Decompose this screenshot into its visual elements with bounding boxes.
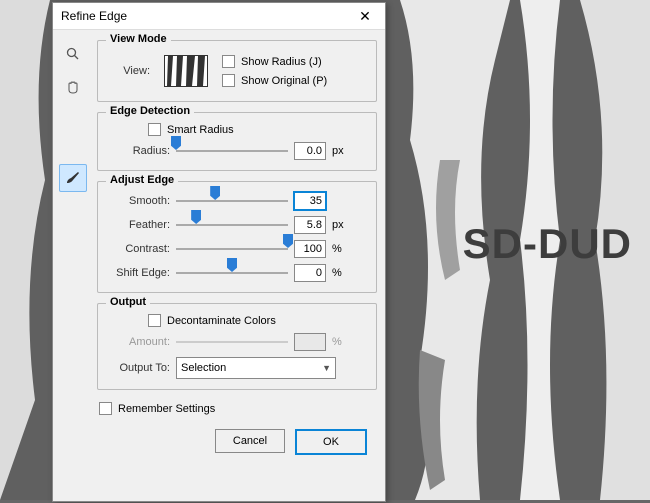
decontaminate-checkbox[interactable]: Decontaminate Colors bbox=[148, 314, 366, 327]
adjust-edge-group: Adjust Edge Smooth: 35 Feather: 5.8 px C… bbox=[97, 181, 377, 293]
main-panel: View Mode View: Show Radius (J) Show Ori… bbox=[89, 36, 377, 502]
radius-input[interactable]: 0.0 bbox=[294, 142, 326, 160]
shift-edge-slider[interactable] bbox=[176, 264, 288, 282]
smart-radius-checkbox[interactable]: Smart Radius bbox=[148, 123, 366, 136]
output-to-label: Output To: bbox=[108, 362, 170, 374]
checkbox-icon bbox=[222, 74, 235, 87]
preview-thumbnail-icon bbox=[165, 56, 207, 86]
edge-detection-group: Edge Detection Smart Radius Radius: 0.0 … bbox=[97, 112, 377, 171]
amount-label: Amount: bbox=[108, 336, 170, 348]
hand-icon bbox=[65, 80, 81, 96]
show-radius-checkbox[interactable]: Show Radius (J) bbox=[222, 55, 327, 68]
unit-label: % bbox=[332, 336, 348, 348]
view-label: View: bbox=[114, 65, 150, 77]
group-title: Edge Detection bbox=[106, 105, 194, 117]
checkbox-icon bbox=[148, 123, 161, 136]
hand-tool[interactable] bbox=[59, 74, 87, 102]
chevron-down-icon: ▼ bbox=[322, 363, 331, 373]
close-button[interactable]: ✕ bbox=[345, 3, 385, 29]
unit-label: % bbox=[332, 267, 348, 279]
refine-brush-tool[interactable] bbox=[59, 164, 87, 192]
radius-slider[interactable] bbox=[176, 142, 288, 160]
group-title: Adjust Edge bbox=[106, 174, 178, 186]
checkbox-icon bbox=[99, 402, 112, 415]
checkbox-icon bbox=[148, 314, 161, 327]
unit-label: px bbox=[332, 145, 348, 157]
feather-input[interactable]: 5.8 bbox=[294, 216, 326, 234]
titlebar[interactable]: Refine Edge ✕ bbox=[53, 3, 385, 30]
radius-label: Radius: bbox=[108, 145, 170, 157]
amount-slider bbox=[176, 333, 288, 351]
checkbox-icon bbox=[222, 55, 235, 68]
show-original-checkbox[interactable]: Show Original (P) bbox=[222, 74, 327, 87]
tool-column bbox=[59, 36, 89, 502]
refine-edge-dialog: Refine Edge ✕ View Mode View: bbox=[52, 2, 386, 502]
group-title: View Mode bbox=[106, 33, 171, 45]
brush-icon bbox=[64, 169, 82, 187]
group-title: Output bbox=[106, 296, 150, 308]
remember-settings-checkbox[interactable]: Remember Settings bbox=[99, 402, 377, 415]
contrast-slider[interactable] bbox=[176, 240, 288, 258]
ok-button[interactable]: OK bbox=[295, 429, 367, 455]
dialog-title: Refine Edge bbox=[61, 9, 127, 23]
magnifier-icon bbox=[65, 46, 81, 62]
shift-edge-input[interactable]: 0 bbox=[294, 264, 326, 282]
amount-input bbox=[294, 333, 326, 351]
shift-edge-label: Shift Edge: bbox=[108, 267, 170, 279]
feather-label: Feather: bbox=[108, 219, 170, 231]
contrast-label: Contrast: bbox=[108, 243, 170, 255]
watermark-text: SD-DUD bbox=[463, 220, 632, 268]
view-mode-group: View Mode View: Show Radius (J) Show Ori… bbox=[97, 40, 377, 102]
smooth-slider[interactable] bbox=[176, 192, 288, 210]
cancel-button[interactable]: Cancel bbox=[215, 429, 285, 453]
smooth-input[interactable]: 35 bbox=[294, 192, 326, 210]
zoom-tool[interactable] bbox=[59, 40, 87, 68]
unit-label: px bbox=[332, 219, 348, 231]
output-to-select[interactable]: Selection ▼ bbox=[176, 357, 336, 379]
view-preview-dropdown[interactable] bbox=[164, 55, 208, 87]
smooth-label: Smooth: bbox=[108, 195, 170, 207]
feather-slider[interactable] bbox=[176, 216, 288, 234]
unit-label: % bbox=[332, 243, 348, 255]
output-group: Output Decontaminate Colors Amount: % Ou… bbox=[97, 303, 377, 390]
contrast-input[interactable]: 100 bbox=[294, 240, 326, 258]
